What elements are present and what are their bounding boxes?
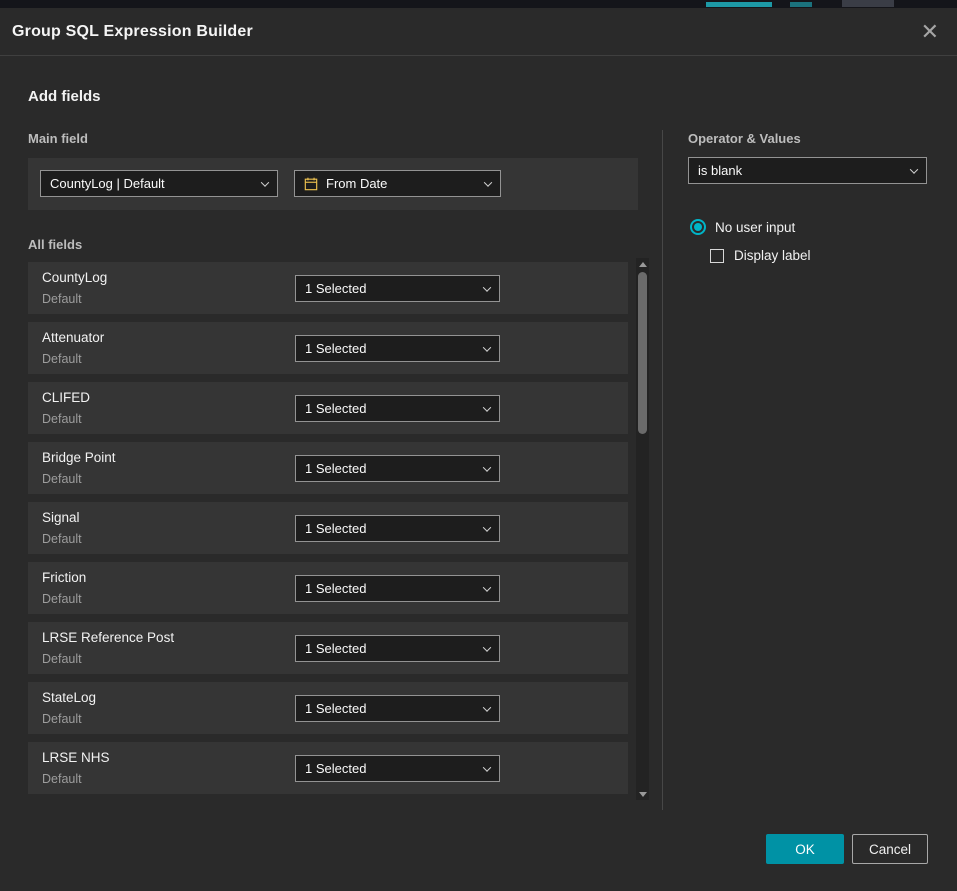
dialog-title: Group SQL Expression Builder	[12, 23, 253, 41]
field-subtitle: Default	[42, 652, 82, 666]
field-name: Signal	[42, 510, 80, 525]
chevron-down-icon	[483, 283, 491, 291]
list-scrollbar[interactable]	[636, 258, 649, 800]
chevron-down-icon	[483, 463, 491, 471]
field-subtitle: Default	[42, 472, 82, 486]
field-row: Attenuator Default 1 Selected	[28, 322, 628, 374]
dropdown-value: is blank	[698, 163, 742, 178]
field-selected-dropdown[interactable]: 1 Selected	[295, 695, 500, 722]
operator-values-label: Operator & Values	[688, 131, 801, 146]
scroll-down-icon[interactable]	[636, 788, 649, 800]
chevron-down-icon	[483, 403, 491, 411]
calendar-icon	[304, 177, 318, 191]
dropdown-value: 1 Selected	[305, 341, 366, 356]
main-field-label: Main field	[28, 131, 88, 146]
display-label-option[interactable]: Display label	[710, 248, 811, 263]
dropdown-value: From Date	[326, 176, 387, 191]
chevron-down-icon	[483, 343, 491, 351]
operator-dropdown[interactable]: is blank	[688, 157, 927, 184]
scroll-up-icon[interactable]	[636, 258, 649, 270]
dropdown-value: 1 Selected	[305, 521, 366, 536]
main-field-source-dropdown[interactable]: CountyLog | Default	[40, 170, 278, 197]
field-name: LRSE NHS	[42, 750, 110, 765]
field-name: CLIFED	[42, 390, 90, 405]
field-name: LRSE Reference Post	[42, 630, 174, 645]
no-user-input-radio[interactable]	[690, 219, 706, 235]
field-selected-dropdown[interactable]: 1 Selected	[295, 455, 500, 482]
field-selected-dropdown[interactable]: 1 Selected	[295, 335, 500, 362]
field-selected-dropdown[interactable]: 1 Selected	[295, 395, 500, 422]
dropdown-value: 1 Selected	[305, 701, 366, 716]
field-subtitle: Default	[42, 712, 82, 726]
chevron-down-icon	[483, 643, 491, 651]
field-selected-dropdown[interactable]: 1 Selected	[295, 635, 500, 662]
dropdown-value: 1 Selected	[305, 761, 366, 776]
dialog-header: Group SQL Expression Builder ✕	[0, 8, 957, 56]
field-row: LRSE Reference Post Default 1 Selected	[28, 622, 628, 674]
main-field-date-dropdown[interactable]: From Date	[294, 170, 501, 197]
dropdown-value: CountyLog | Default	[50, 176, 165, 191]
field-row: StateLog Default 1 Selected	[28, 682, 628, 734]
background-app-fragment	[842, 0, 894, 7]
field-selected-dropdown[interactable]: 1 Selected	[295, 755, 500, 782]
dropdown-value: 1 Selected	[305, 581, 366, 596]
field-name: Bridge Point	[42, 450, 116, 465]
chevron-down-icon	[483, 523, 491, 531]
field-subtitle: Default	[42, 352, 82, 366]
chevron-down-icon	[261, 178, 269, 186]
ok-button[interactable]: OK	[766, 834, 844, 864]
display-label-label: Display label	[734, 248, 811, 263]
chevron-down-icon	[483, 703, 491, 711]
field-row: Signal Default 1 Selected	[28, 502, 628, 554]
field-row: LRSE NHS Default 1 Selected	[28, 742, 628, 794]
dropdown-value: 1 Selected	[305, 281, 366, 296]
field-selected-dropdown[interactable]: 1 Selected	[295, 575, 500, 602]
field-subtitle: Default	[42, 412, 82, 426]
field-name: Attenuator	[42, 330, 104, 345]
scrollbar-thumb[interactable]	[638, 272, 647, 434]
chevron-down-icon	[483, 583, 491, 591]
dropdown-value: 1 Selected	[305, 641, 366, 656]
dropdown-value: 1 Selected	[305, 461, 366, 476]
chevron-down-icon	[910, 165, 918, 173]
field-name: CountyLog	[42, 270, 107, 285]
display-label-checkbox[interactable]	[710, 249, 724, 263]
field-name: Friction	[42, 570, 86, 585]
field-subtitle: Default	[42, 532, 82, 546]
field-subtitle: Default	[42, 292, 82, 306]
field-selected-dropdown[interactable]: 1 Selected	[295, 515, 500, 542]
all-fields-list: CountyLog Default 1 Selected Attenuator …	[28, 262, 628, 802]
dropdown-value: 1 Selected	[305, 401, 366, 416]
chevron-down-icon	[483, 763, 491, 771]
add-fields-heading: Add fields	[28, 88, 101, 105]
field-subtitle: Default	[42, 592, 82, 606]
field-row: Friction Default 1 Selected	[28, 562, 628, 614]
main-field-panel: CountyLog | Default From Date	[28, 158, 638, 210]
field-row: Bridge Point Default 1 Selected	[28, 442, 628, 494]
no-user-input-label: No user input	[715, 220, 795, 235]
close-icon[interactable]: ✕	[921, 21, 939, 43]
cancel-button[interactable]: Cancel	[852, 834, 928, 864]
field-row: CountyLog Default 1 Selected	[28, 262, 628, 314]
no-user-input-option[interactable]: No user input	[690, 219, 795, 235]
field-name: StateLog	[42, 690, 96, 705]
background-app-fragment	[790, 2, 812, 7]
field-subtitle: Default	[42, 772, 82, 786]
background-app-fragment	[706, 2, 772, 7]
chevron-down-icon	[484, 178, 492, 186]
field-selected-dropdown[interactable]: 1 Selected	[295, 275, 500, 302]
field-row: CLIFED Default 1 Selected	[28, 382, 628, 434]
all-fields-label: All fields	[28, 237, 82, 252]
group-sql-expression-builder-dialog: Group SQL Expression Builder ✕ Add field…	[0, 8, 957, 891]
column-divider	[662, 130, 663, 810]
